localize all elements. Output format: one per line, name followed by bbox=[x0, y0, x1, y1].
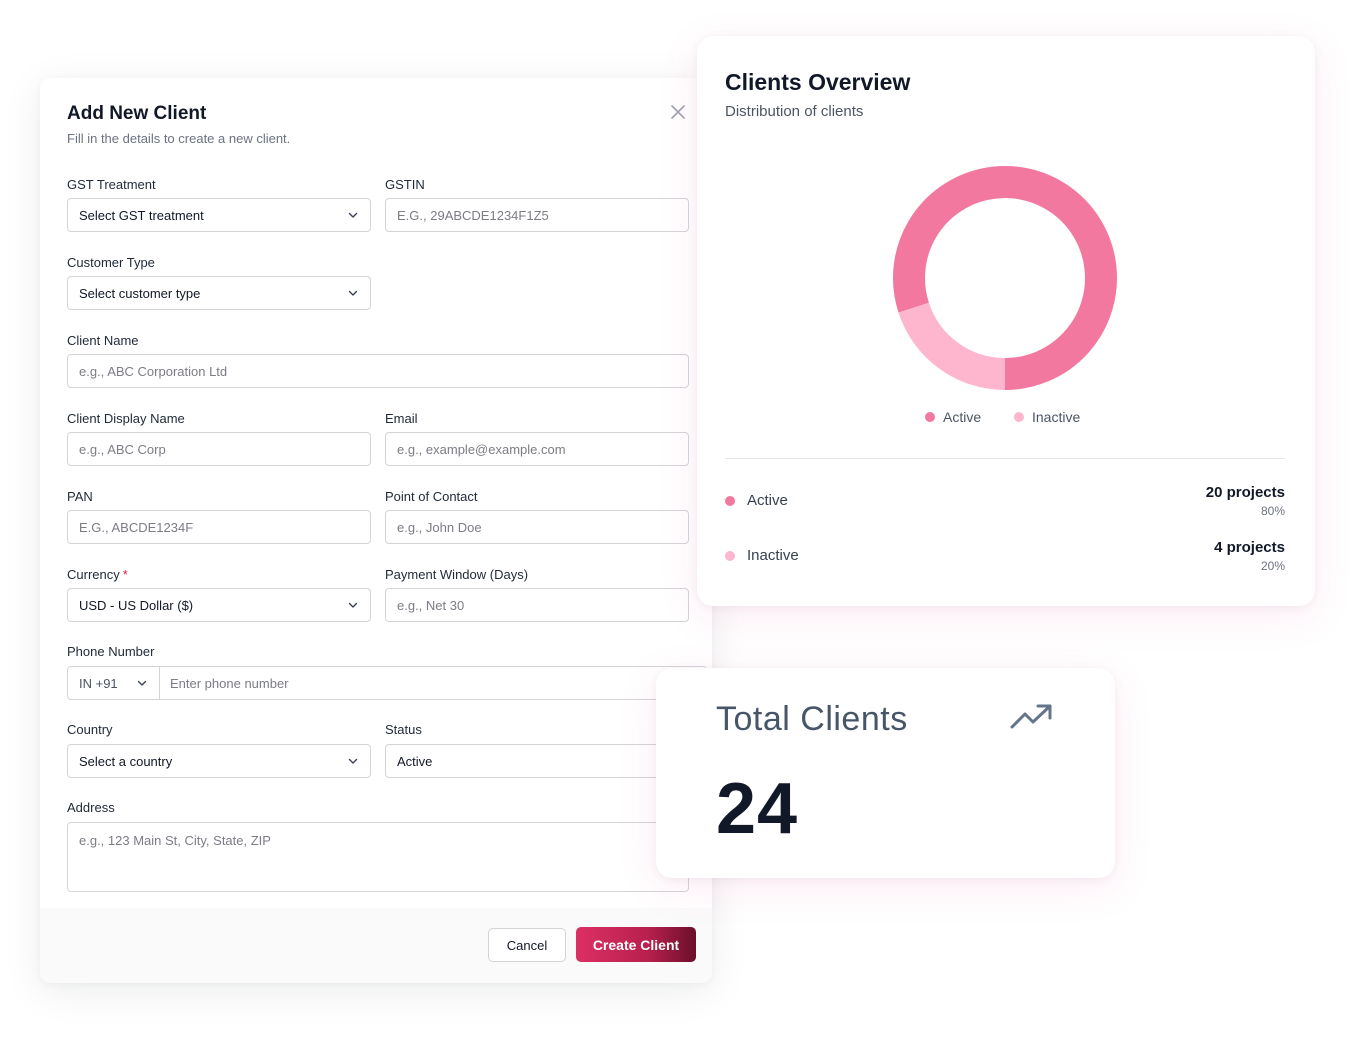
add-client-modal: Add New Client Fill in the details to cr… bbox=[40, 78, 712, 983]
total-clients-label: Total Clients bbox=[716, 700, 908, 738]
row-dot-inactive bbox=[725, 550, 735, 561]
client-name-input[interactable] bbox=[67, 354, 689, 388]
customer-type-select[interactable]: Select customer type bbox=[67, 276, 371, 310]
country-code-select[interactable]: IN +91 bbox=[68, 667, 160, 699]
currency-value: USD - US Dollar ($) bbox=[79, 597, 194, 613]
required-mark: * bbox=[122, 567, 128, 582]
phone-number-input[interactable] bbox=[160, 667, 706, 699]
pan-input[interactable] bbox=[67, 510, 371, 544]
gstin-label: GSTIN bbox=[385, 177, 425, 192]
chevron-down-icon bbox=[348, 290, 358, 296]
modal-footer: Cancel Create Client bbox=[40, 908, 712, 983]
row-active-values: 20 projects 80% bbox=[1206, 484, 1285, 518]
status-label: Status bbox=[385, 722, 422, 737]
customer-type-value: Select customer type bbox=[79, 285, 201, 301]
currency-label-text: Currency bbox=[67, 567, 120, 582]
row-inactive-text: Inactive bbox=[747, 547, 799, 564]
phone-number-label: Phone Number bbox=[67, 644, 155, 659]
modal-title: Add New Client bbox=[67, 103, 207, 124]
row-inactive-label: Inactive bbox=[725, 547, 799, 564]
trending-up-icon bbox=[1010, 704, 1052, 729]
modal-subtitle: Fill in the details to create a new clie… bbox=[67, 131, 291, 146]
address-textarea[interactable] bbox=[67, 822, 689, 892]
customer-type-label: Customer Type bbox=[67, 255, 155, 270]
row-inactive-projects: 4 projects bbox=[1214, 539, 1285, 556]
legend-item-active: Active bbox=[925, 409, 981, 425]
legend-dot-inactive bbox=[1014, 412, 1024, 422]
cancel-button[interactable]: Cancel bbox=[488, 928, 566, 962]
gst-treatment-label: GST Treatment bbox=[67, 177, 156, 192]
overview-divider bbox=[725, 458, 1285, 459]
client-display-name-input[interactable] bbox=[67, 432, 371, 466]
chevron-down-icon bbox=[348, 212, 358, 218]
close-icon bbox=[671, 105, 685, 119]
email-input[interactable] bbox=[385, 432, 689, 466]
client-display-name-label: Client Display Name bbox=[67, 411, 185, 426]
currency-label: Currency * bbox=[67, 567, 128, 582]
country-code-value: IN +91 bbox=[79, 675, 118, 691]
row-inactive-values: 4 projects 20% bbox=[1214, 539, 1285, 573]
legend-label-inactive: Inactive bbox=[1032, 409, 1081, 425]
chevron-down-icon bbox=[348, 758, 358, 764]
row-inactive-percent: 20% bbox=[1260, 559, 1285, 573]
overview-title: Clients Overview bbox=[725, 69, 911, 95]
status-select[interactable]: Active bbox=[385, 744, 689, 778]
country-select[interactable]: Select a country bbox=[67, 744, 371, 778]
client-name-label: Client Name bbox=[67, 333, 139, 348]
chevron-down-icon bbox=[348, 602, 358, 608]
address-label: Address bbox=[67, 800, 115, 815]
row-active-projects: 20 projects bbox=[1205, 484, 1285, 501]
payment-window-label: Payment Window (Days) bbox=[385, 567, 529, 582]
gst-treatment-value: Select GST treatment bbox=[79, 207, 204, 223]
country-label: Country bbox=[67, 722, 113, 737]
pan-label: PAN bbox=[67, 489, 93, 504]
country-value: Select a country bbox=[79, 753, 173, 769]
point-of-contact-label: Point of Contact bbox=[385, 489, 478, 504]
legend-dot-active bbox=[925, 412, 935, 422]
close-button[interactable] bbox=[668, 102, 688, 122]
clients-overview-card: Clients Overview Distribution of clients… bbox=[697, 36, 1315, 606]
email-label: Email bbox=[385, 411, 418, 426]
total-clients-card: Total Clients 24 bbox=[656, 668, 1115, 878]
phone-field: IN +91 bbox=[67, 666, 707, 700]
chevron-down-icon bbox=[137, 680, 147, 686]
donut-segment-inactive bbox=[898, 302, 1006, 390]
create-client-button[interactable]: Create Client bbox=[576, 927, 696, 962]
point-of-contact-input[interactable] bbox=[385, 510, 689, 544]
row-dot-active bbox=[725, 495, 735, 506]
currency-select[interactable]: USD - US Dollar ($) bbox=[67, 588, 371, 622]
legend-item-inactive: Inactive bbox=[1014, 409, 1080, 425]
status-value: Active bbox=[397, 753, 433, 769]
gstin-input[interactable] bbox=[385, 198, 689, 232]
row-active-percent: 80% bbox=[1260, 504, 1285, 518]
overview-subtitle: Distribution of clients bbox=[725, 103, 864, 120]
payment-window-input[interactable] bbox=[385, 588, 689, 622]
gst-treatment-select[interactable]: Select GST treatment bbox=[67, 198, 371, 232]
row-active-label: Active bbox=[725, 492, 788, 509]
clients-donut-chart bbox=[893, 166, 1117, 390]
legend-label-active: Active bbox=[943, 409, 982, 425]
row-active-text: Active bbox=[747, 492, 788, 509]
total-clients-value: 24 bbox=[716, 769, 799, 849]
